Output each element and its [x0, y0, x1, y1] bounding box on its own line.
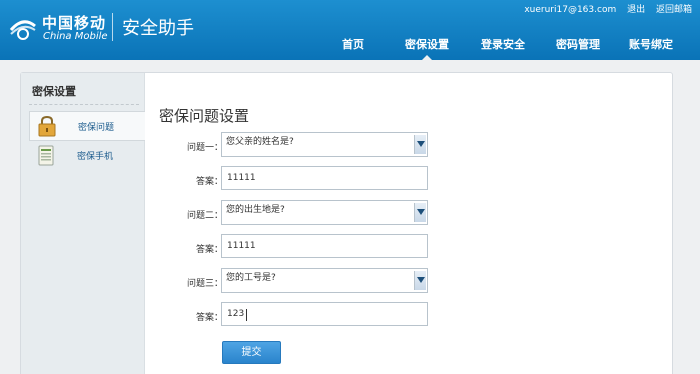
nav-security-questions[interactable]: 密保设置: [400, 36, 454, 60]
logo-en-text: China Mobile: [43, 31, 108, 42]
question-2-value: 您的出生地是?: [226, 205, 285, 215]
user-email: xueruri17@163.com: [524, 5, 617, 15]
china-mobile-logo-icon: [9, 20, 36, 40]
back-to-mail-link[interactable]: 返回邮箱: [656, 5, 692, 15]
question-3-value: 您的工号是?: [226, 273, 276, 283]
answer-1-label: 答案：: [195, 177, 223, 187]
answer-2-input[interactable]: 11111: [221, 234, 428, 258]
nav-password-management[interactable]: 密码管理: [551, 36, 605, 60]
answer-2-value: 11111: [227, 241, 256, 251]
answer-3-value: 123: [227, 309, 245, 319]
sidebar-title: 密保设置: [32, 85, 76, 98]
header-divider: [112, 13, 113, 41]
phone-icon: [38, 145, 54, 166]
chevron-down-icon: [414, 271, 426, 290]
question-2-select[interactable]: 您的出生地是?: [221, 200, 428, 225]
question-1-value: 您父亲的姓名是?: [226, 137, 294, 147]
answer-1-input[interactable]: 11111: [221, 166, 428, 190]
answer-3-input[interactable]: 123: [221, 302, 428, 326]
main-nav: 首页 密保设置 登录安全 密码管理 账号绑定: [320, 36, 700, 60]
top-links: xueruri17@163.com 退出 返回邮箱: [516, 2, 692, 15]
answer-2-label: 答案：: [195, 245, 223, 255]
answer-1-value: 11111: [227, 173, 256, 183]
section-title: 密保问题设置: [159, 107, 250, 125]
sidebar-item-security-phone[interactable]: 密保手机: [29, 141, 145, 171]
nav-account-binding[interactable]: 账号绑定: [624, 36, 678, 60]
question-1-select[interactable]: 您父亲的姓名是?: [221, 132, 428, 157]
sidebar: 密保设置 密保问题 密保手机: [21, 73, 145, 374]
nav-home[interactable]: 首页: [336, 36, 370, 60]
chevron-down-icon: [414, 135, 426, 154]
app-title: 安全助手: [122, 18, 194, 39]
submit-button[interactable]: 提交: [222, 341, 281, 364]
sidebar-item-label: 密保问题: [78, 123, 115, 133]
chevron-down-icon: [414, 203, 426, 222]
text-caret: [246, 309, 247, 321]
logo-cn-text: 中国移动: [42, 14, 107, 32]
question-1-label: 问题一：: [186, 143, 223, 153]
china-mobile-logo[interactable]: 中国移动 China Mobile: [8, 8, 112, 46]
content-card: 密保设置 密保问题 密保手机 密保问题设置 问题一： 您父亲的姓名是? 答案： …: [20, 72, 673, 374]
logout-link[interactable]: 退出: [627, 5, 645, 15]
question-3-label: 问题三：: [186, 279, 223, 289]
question-2-label: 问题二：: [186, 211, 223, 221]
question-3-select[interactable]: 您的工号是?: [221, 268, 428, 293]
sidebar-divider: [29, 104, 139, 105]
lock-icon: [38, 115, 56, 137]
nav-login-security[interactable]: 登录安全: [476, 36, 530, 60]
answer-3-label: 答案：: [195, 313, 223, 323]
header: 中国移动 China Mobile 安全助手 xueruri17@163.com…: [0, 0, 700, 60]
sidebar-item-security-questions[interactable]: 密保问题: [29, 111, 145, 141]
sidebar-item-label: 密保手机: [77, 152, 114, 162]
